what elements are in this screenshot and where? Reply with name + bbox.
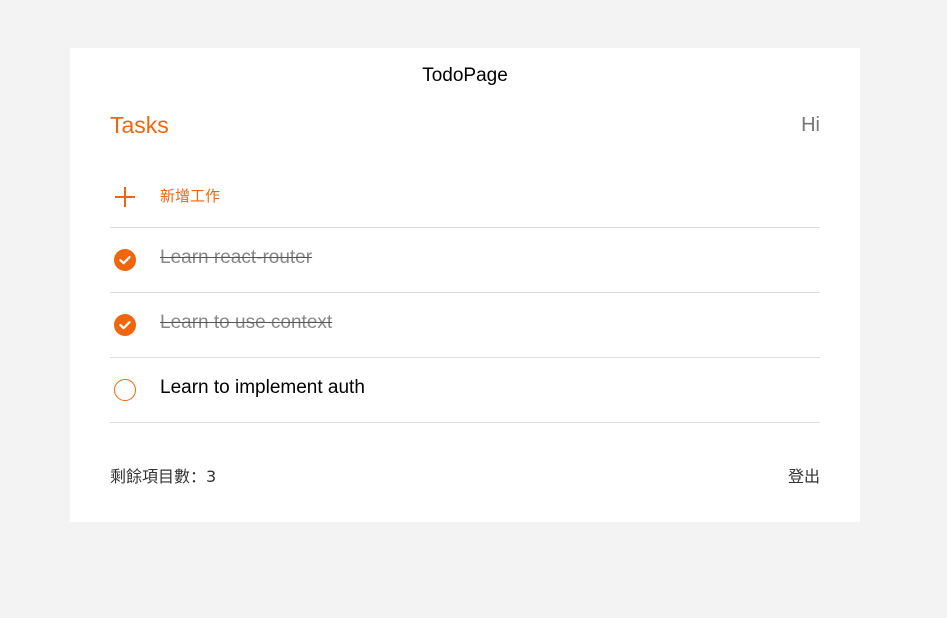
task-text: Learn to use context [160,312,333,333]
add-task-label: 新增工作 [160,187,221,205]
task-row: Learn react-router [110,228,820,293]
checked-circle-icon[interactable] [114,249,136,271]
unchecked-circle-icon[interactable] [114,379,136,401]
task-text: Learn react-router [160,247,313,268]
add-task-button[interactable]: 新增工作 [110,163,820,228]
logout-button[interactable]: 登出 [788,463,820,487]
tasks-title: Tasks [110,112,169,138]
remaining-count: 剩餘項目數：3 [110,467,217,486]
checked-circle-icon[interactable] [114,314,136,336]
page-title: TodoPage [422,65,508,86]
todo-card: TodoPage Tasks Hi 新增工作 Learn react-route… [70,48,860,522]
task-row: Learn to implement auth [110,358,820,423]
task-text: Learn to implement auth [160,377,365,398]
tasks-header: Tasks Hi [110,112,820,142]
footer: 剩餘項目數：3 登出 [110,463,820,487]
task-list: Learn react-router Learn to use context … [110,228,820,423]
user-greeting: Hi [801,114,820,136]
plus-icon [115,187,135,207]
task-row: Learn to use context [110,293,820,358]
